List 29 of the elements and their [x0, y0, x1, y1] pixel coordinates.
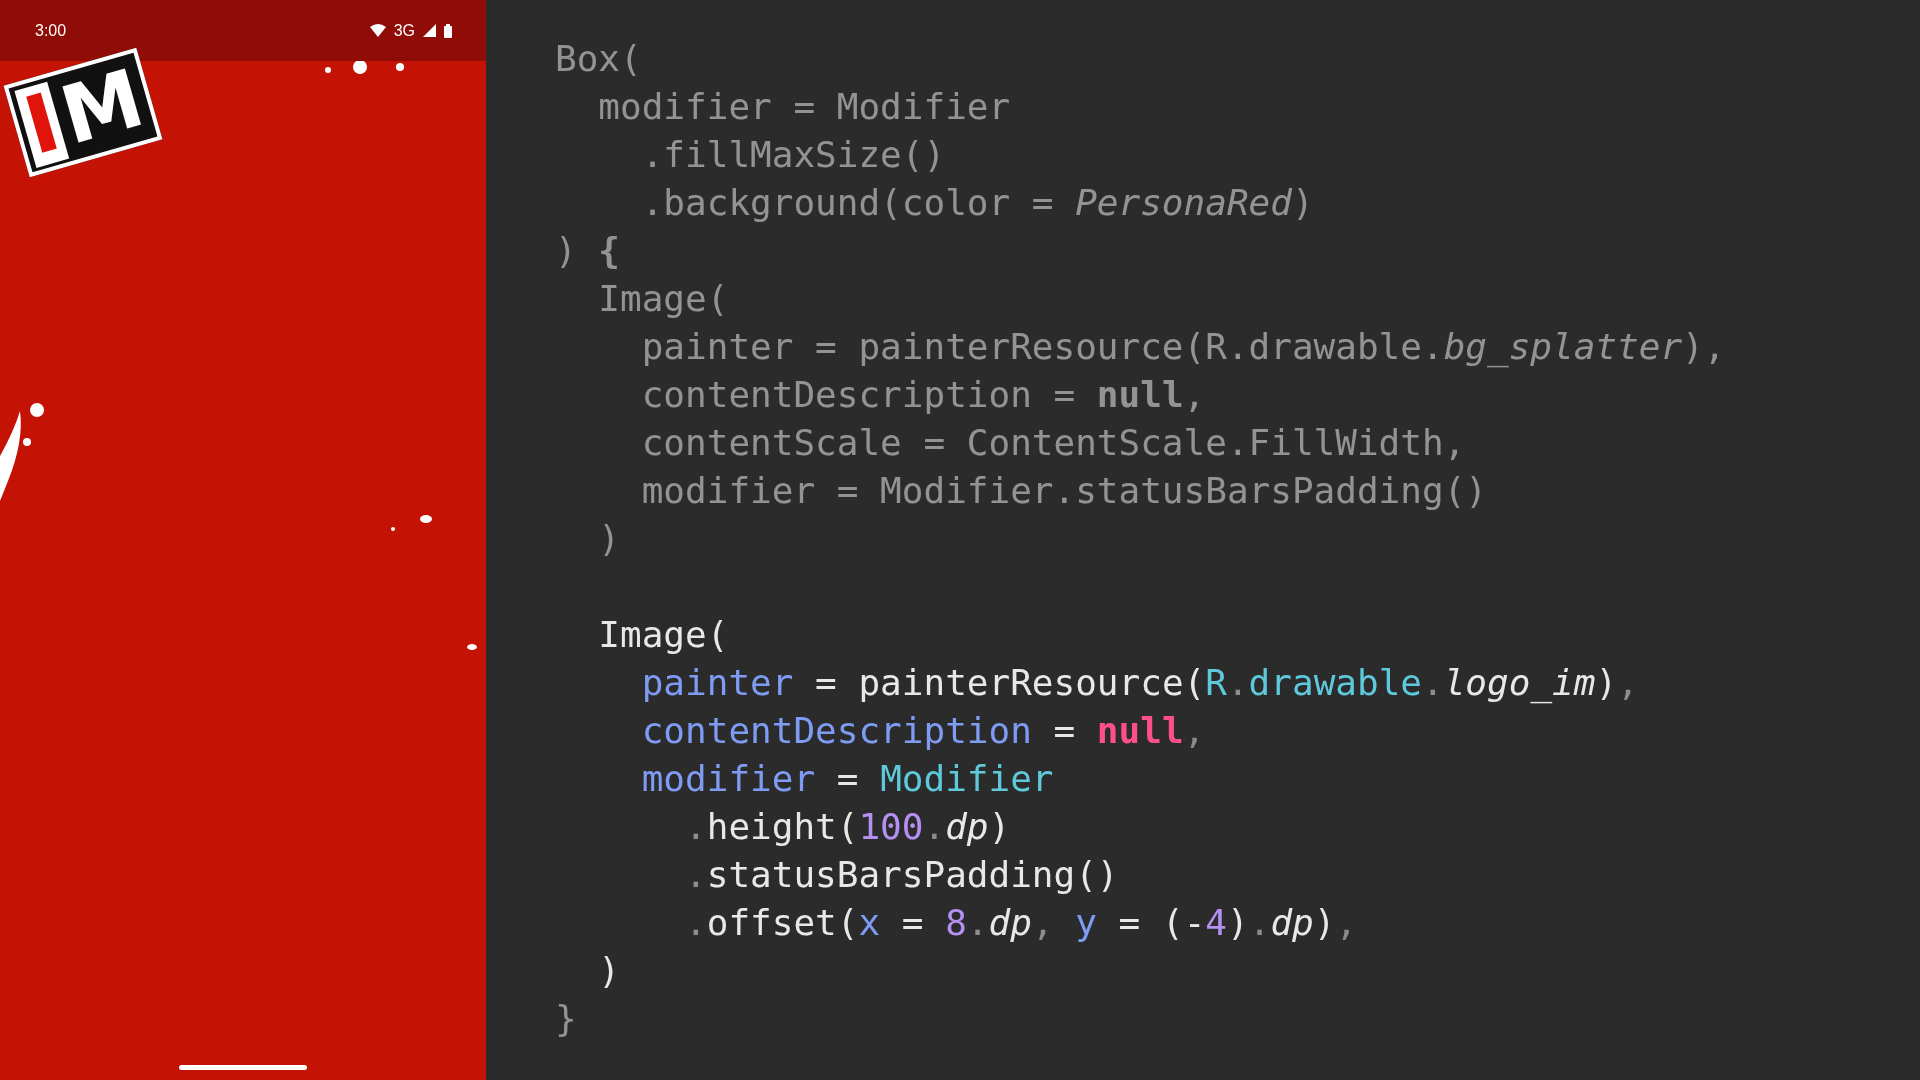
paint-splatter-drawing [467, 644, 477, 650]
code-line: ) { [555, 229, 622, 273]
code-line: painter = painterResource(R.drawable.logo_im), [640, 661, 1640, 706]
code-line: } [555, 997, 578, 1041]
code-line: Image( [597, 277, 730, 321]
code-line: modifier = Modifier [597, 85, 1012, 129]
code-line: Box( [555, 37, 643, 81]
code-line: contentDescription = null, [640, 373, 1207, 417]
battery-icon [444, 23, 452, 38]
code-line: painter = painterResource(R.drawable.bg_splatter), [640, 325, 1727, 370]
paint-splatter-drawing [391, 515, 432, 531]
code-line: modifier = Modifier [640, 757, 1055, 801]
code-line: contentDescription = null, [640, 709, 1207, 753]
code-line: Image( [597, 613, 730, 657]
code-line: .height(100.dp) [684, 805, 1012, 849]
code-line: ) [597, 949, 622, 993]
signal-icon [423, 24, 436, 37]
wifi-icon [369, 24, 386, 37]
logo: I M [3, 47, 163, 178]
status-time: 3:00 [35, 21, 68, 40]
code-line: ) [597, 517, 622, 561]
code-line: .fillMaxSize() [640, 133, 947, 177]
code-line: contentScale = ContentScale.FillWidth, [640, 421, 1467, 465]
code-line: .offset(x = 8.dp, y = (-4).dp), [684, 901, 1359, 945]
home-indicator[interactable] [179, 1065, 307, 1070]
code-line: .background(color = PersonaRed) [640, 181, 1315, 225]
code-line: modifier = Modifier.statusBarsPadding() [640, 469, 1488, 513]
code-line: .statusBarsPadding() [684, 853, 1120, 897]
network-label: 3G [393, 21, 415, 40]
